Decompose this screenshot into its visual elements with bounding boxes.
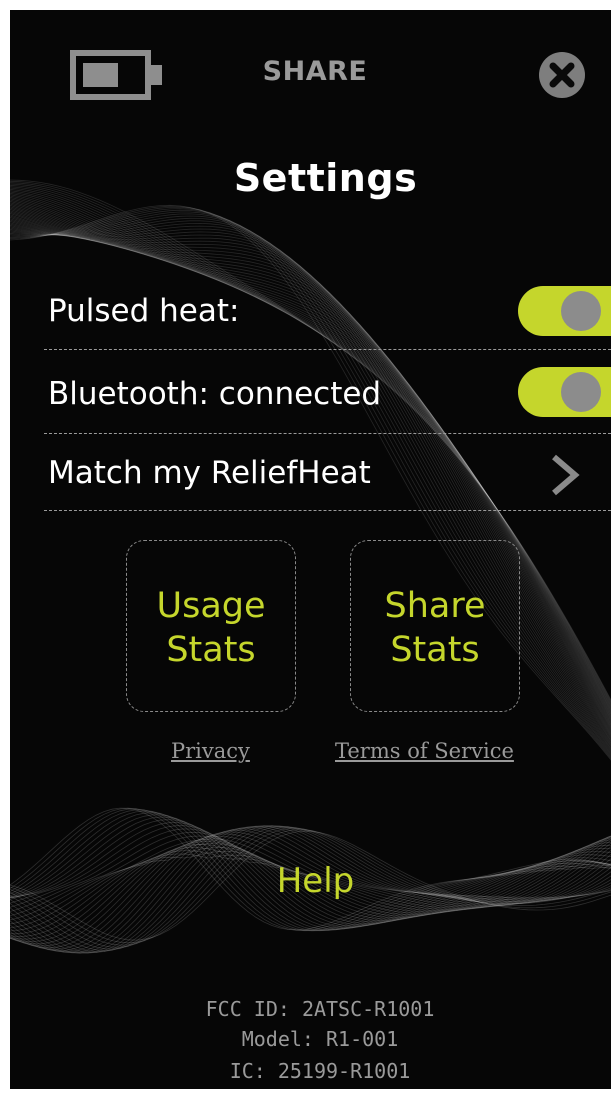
app-screen: SHARE Settings Pulsed heat: Bluetooth: c… [10,10,611,1089]
match-reliefheat-label: Match my ReliefHeat [48,455,371,491]
bluetooth-toggle[interactable] [518,367,611,417]
close-icon[interactable] [537,50,587,100]
share-button[interactable]: SHARE [230,54,400,90]
chevron-right-icon [552,454,580,496]
share-stats-line2: Stats [390,630,480,670]
setting-row-pulsed-heat: Pulsed heat: [10,272,611,350]
pulsed-heat-label: Pulsed heat: [48,293,240,329]
toggle-knob [561,291,601,331]
help-button[interactable]: Help [10,861,611,901]
bluetooth-label: Bluetooth: connected [48,376,382,412]
ic-text: IC: 25199-R1001 [229,1059,411,1083]
share-stats-line1: Share [384,586,486,626]
usage-stats-button[interactable]: Usage Stats [126,540,296,712]
setting-row-match-reliefheat[interactable]: Match my ReliefHeat [10,434,611,512]
share-stats-button[interactable]: Share Stats [350,540,520,712]
setting-row-bluetooth: Bluetooth: connected [10,355,611,433]
usage-stats-line1: Usage [156,586,266,626]
terms-of-service-link[interactable]: Terms of Service [335,739,514,763]
privacy-link[interactable]: Privacy [171,739,250,763]
model-text: Model: R1-001 [241,1027,399,1051]
fcc-id-text: FCC ID: 2ATSC-R1001 [205,997,435,1021]
divider [44,510,611,511]
usage-stats-line2: Stats [166,630,256,670]
page-title: Settings [233,156,418,200]
pulsed-heat-toggle[interactable] [518,286,611,336]
toggle-knob [561,372,601,412]
battery-icon [70,50,162,100]
divider [44,349,611,350]
